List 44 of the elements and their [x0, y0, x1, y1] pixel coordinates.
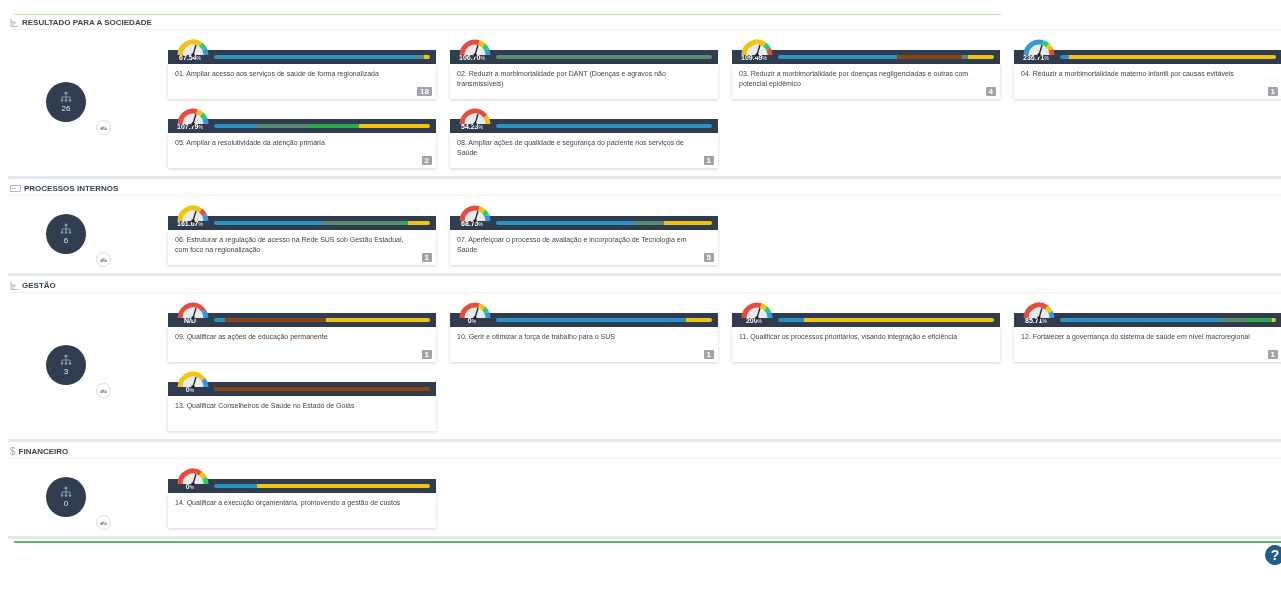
- section-title: GESTÃO: [22, 280, 56, 290]
- hierarchy-icon: [10, 280, 19, 290]
- gauge-button[interactable]: [96, 120, 111, 135]
- count-badge: 1: [703, 156, 714, 165]
- gauge-drawing: [739, 36, 775, 57]
- hierarchy-icon: [60, 485, 72, 497]
- count-badge: 18: [417, 87, 432, 96]
- gauge-button[interactable]: [96, 514, 111, 530]
- section-title: PROCESSOS INTERNOS: [24, 183, 119, 193]
- hierarchy-icon: [60, 354, 72, 365]
- gauge-drawing: [175, 465, 211, 486]
- gauge-button[interactable]: [96, 383, 111, 398]
- dollar-icon: $: [10, 445, 16, 457]
- count-number: 6: [63, 235, 69, 245]
- count-badge: 2: [421, 156, 432, 165]
- hierarchy-icon: [10, 17, 19, 27]
- count-number: 0: [63, 498, 69, 508]
- count-badge: 1: [421, 253, 432, 262]
- gauge-drawing: [457, 299, 493, 320]
- gauge-drawing: [1021, 36, 1057, 57]
- gauge-icon: [99, 387, 108, 394]
- gauge-drawing: [457, 202, 493, 223]
- gauge-drawing: [175, 36, 211, 57]
- section-title: FINANCEIRO: [18, 446, 69, 456]
- card-icon: [10, 184, 21, 192]
- count-badge: 1: [1267, 87, 1278, 96]
- gauge-drawing: [457, 36, 493, 57]
- count-badge: 1: [1267, 350, 1278, 359]
- gauge-drawing: [175, 202, 211, 223]
- count-number: 3: [63, 367, 69, 376]
- gauge-drawing: [739, 299, 775, 320]
- hierarchy-icon: [60, 222, 72, 234]
- section-title: RESULTADO PARA A SOCIEDADE: [22, 17, 152, 27]
- count-badge: 1: [421, 350, 432, 359]
- gauge-icon: [99, 124, 108, 131]
- count-badge: 5: [703, 253, 714, 262]
- count-badge: 4: [985, 87, 996, 96]
- gauge-drawing: [1021, 299, 1057, 320]
- count-badge: 1: [703, 350, 714, 359]
- count-number: 26: [61, 104, 71, 113]
- help-button[interactable]: ?: [1263, 543, 1281, 567]
- gauge-button[interactable]: [96, 251, 111, 267]
- hierarchy-icon: [60, 91, 72, 102]
- gauge-drawing: [175, 105, 211, 126]
